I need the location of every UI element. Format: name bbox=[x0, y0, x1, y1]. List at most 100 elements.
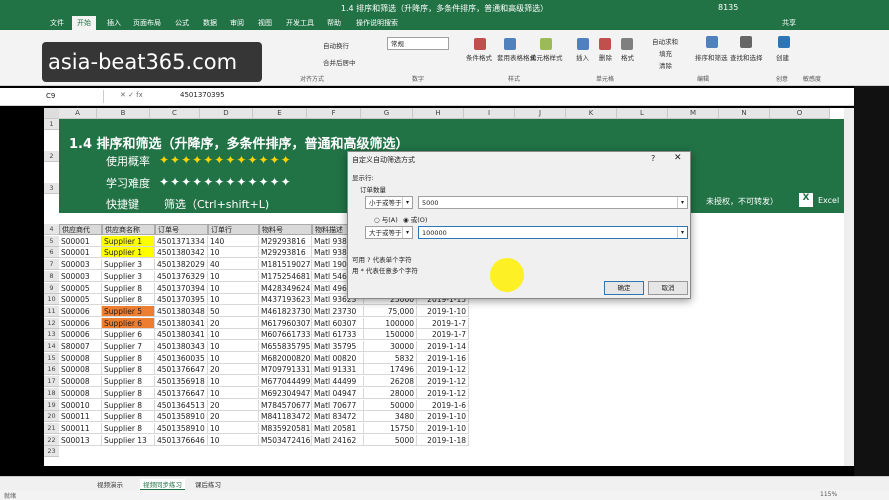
table-cell[interactable]: M29293816 bbox=[259, 247, 312, 259]
merge-center-button[interactable]: 合并后居中 bbox=[323, 57, 356, 67]
row-header[interactable]: 9 bbox=[44, 282, 59, 294]
table-cell[interactable]: S00008 bbox=[59, 352, 102, 364]
column-header[interactable]: E bbox=[253, 108, 307, 119]
table-cell[interactable]: Supplier 1 bbox=[102, 247, 155, 259]
table-cell[interactable]: 2019-1-10 bbox=[417, 411, 469, 423]
row-header[interactable]: 5 bbox=[44, 235, 59, 247]
table-cell[interactable]: Supplier 8 bbox=[102, 411, 155, 423]
vertical-scrollbar[interactable] bbox=[844, 108, 854, 466]
tab-view[interactable]: 视图 bbox=[258, 18, 272, 28]
table-cell[interactable]: 26208 bbox=[364, 376, 417, 388]
table-cell[interactable]: 2019-1-7 bbox=[417, 329, 469, 341]
row-header[interactable]: 1 bbox=[44, 119, 59, 130]
table-cell[interactable]: Supplier 8 bbox=[102, 352, 155, 364]
table-cell[interactable]: 2019-1-18 bbox=[417, 434, 469, 446]
table-cell[interactable]: M677044499 bbox=[259, 376, 312, 388]
column-header[interactable]: N bbox=[719, 108, 770, 119]
table-cell[interactable]: Matl 70677 bbox=[312, 399, 364, 411]
table-cell[interactable]: 4501376646 bbox=[155, 434, 208, 446]
table-cell[interactable]: S00006 bbox=[59, 305, 102, 317]
table-cell[interactable]: Matl 00820 bbox=[312, 352, 364, 364]
cell-style-icon[interactable] bbox=[540, 38, 552, 50]
table-cell[interactable]: Matl 20581 bbox=[312, 422, 364, 434]
table-cell[interactable]: 40 bbox=[208, 259, 259, 271]
table-cell[interactable]: S80007 bbox=[59, 341, 102, 352]
table-cell[interactable]: 2019-1-12 bbox=[417, 387, 469, 399]
table-cell[interactable]: S00005 bbox=[59, 294, 102, 306]
table-cell[interactable]: S00008 bbox=[59, 387, 102, 399]
table-cell[interactable]: M841183472 bbox=[259, 411, 312, 423]
table-cell[interactable]: 5832 bbox=[364, 352, 417, 364]
table-cell[interactable]: Matl 91331 bbox=[312, 364, 364, 376]
share-button[interactable]: 共享 bbox=[782, 18, 796, 28]
table-cell[interactable]: Supplier 7 bbox=[102, 341, 155, 352]
help-icon[interactable]: ? bbox=[651, 154, 655, 163]
table-header-cell[interactable]: 订单行 bbox=[208, 224, 259, 235]
table-cell[interactable]: 4501376329 bbox=[155, 270, 208, 282]
table-cell[interactable]: 5000 bbox=[364, 434, 417, 446]
table-cell[interactable]: 2019-1-14 bbox=[417, 341, 469, 352]
table-cell[interactable]: 20 bbox=[208, 317, 259, 329]
table-cell[interactable]: 2019-1-16 bbox=[417, 352, 469, 364]
column-header[interactable]: B bbox=[97, 108, 150, 119]
row-header[interactable]: 10 bbox=[44, 294, 59, 306]
conditional-format-icon[interactable] bbox=[474, 38, 486, 50]
table-cell[interactable]: 30000 bbox=[364, 341, 417, 352]
table-cell[interactable]: Supplier 5 bbox=[102, 305, 155, 317]
wrap-text-button[interactable]: 自动换行 bbox=[323, 40, 349, 50]
table-cell[interactable]: Matl 24162 bbox=[312, 434, 364, 446]
row-header[interactable]: 11 bbox=[44, 305, 59, 317]
column-header[interactable]: K bbox=[566, 108, 617, 119]
row-header[interactable]: 18 bbox=[44, 387, 59, 399]
table-cell[interactable]: S00008 bbox=[59, 364, 102, 376]
table-cell[interactable]: 4501376647 bbox=[155, 387, 208, 399]
operator2-select[interactable]: 大于或等于 ▾ bbox=[365, 226, 413, 239]
table-cell[interactable]: Supplier 3 bbox=[102, 259, 155, 271]
table-cell[interactable]: 2019-1-10 bbox=[417, 305, 469, 317]
row-header[interactable]: 16 bbox=[44, 364, 59, 376]
table-cell[interactable]: Supplier 8 bbox=[102, 364, 155, 376]
ok-button[interactable]: 确定 bbox=[604, 281, 644, 295]
column-header[interactable]: F bbox=[307, 108, 361, 119]
table-header-cell[interactable]: 供应商名称 bbox=[102, 224, 155, 235]
row-header[interactable]: 14 bbox=[44, 341, 59, 352]
or-radio[interactable]: ◉ 或(O) bbox=[403, 214, 427, 224]
row-header[interactable]: 15 bbox=[44, 352, 59, 364]
delete-cells-icon[interactable] bbox=[599, 38, 611, 50]
table-cell[interactable]: 20 bbox=[208, 411, 259, 423]
find-select-icon[interactable] bbox=[740, 36, 752, 48]
tab-page-layout[interactable]: 页面布局 bbox=[133, 18, 161, 28]
table-cell[interactable]: 4501358910 bbox=[155, 422, 208, 434]
table-cell[interactable]: Supplier 8 bbox=[102, 399, 155, 411]
tab-insert[interactable]: 插入 bbox=[107, 18, 121, 28]
tab-help[interactable]: 帮助 bbox=[327, 18, 341, 28]
sheet-tab-demo[interactable]: 视频演示 bbox=[97, 479, 123, 489]
table-cell[interactable]: 4501356918 bbox=[155, 376, 208, 388]
table-cell[interactable]: 20 bbox=[208, 399, 259, 411]
column-header[interactable]: A bbox=[59, 108, 97, 119]
table-cell[interactable]: 10 bbox=[208, 282, 259, 294]
table-cell[interactable]: 4501370394 bbox=[155, 282, 208, 294]
autosum-button[interactable]: 自动求和 bbox=[652, 36, 678, 46]
table-cell[interactable]: M461823730 bbox=[259, 305, 312, 317]
table-cell[interactable]: 4501382029 bbox=[155, 259, 208, 271]
row-header[interactable]: 2 bbox=[44, 151, 59, 162]
tab-formulas[interactable]: 公式 bbox=[175, 18, 189, 28]
table-cell[interactable]: Matl 83472 bbox=[312, 411, 364, 423]
table-cell[interactable]: Supplier 8 bbox=[102, 422, 155, 434]
table-cell[interactable]: Supplier 8 bbox=[102, 376, 155, 388]
table-cell[interactable]: M181519027 bbox=[259, 259, 312, 271]
table-cell[interactable]: 20 bbox=[208, 364, 259, 376]
table-cell[interactable]: S00011 bbox=[59, 422, 102, 434]
table-cell[interactable]: 4501358910 bbox=[155, 411, 208, 423]
value1-input[interactable]: 5000 ▾ bbox=[418, 196, 688, 209]
table-cell[interactable]: 15750 bbox=[364, 422, 417, 434]
table-cell[interactable]: 10 bbox=[208, 270, 259, 282]
table-cell[interactable]: S00013 bbox=[59, 434, 102, 446]
column-header[interactable]: H bbox=[413, 108, 464, 119]
table-cell[interactable]: Matl 23730 bbox=[312, 305, 364, 317]
table-cell[interactable]: S00010 bbox=[59, 399, 102, 411]
table-header-cell[interactable]: 订单号 bbox=[155, 224, 208, 235]
table-cell[interactable]: Matl 60307 bbox=[312, 317, 364, 329]
table-cell[interactable]: 4501360035 bbox=[155, 352, 208, 364]
